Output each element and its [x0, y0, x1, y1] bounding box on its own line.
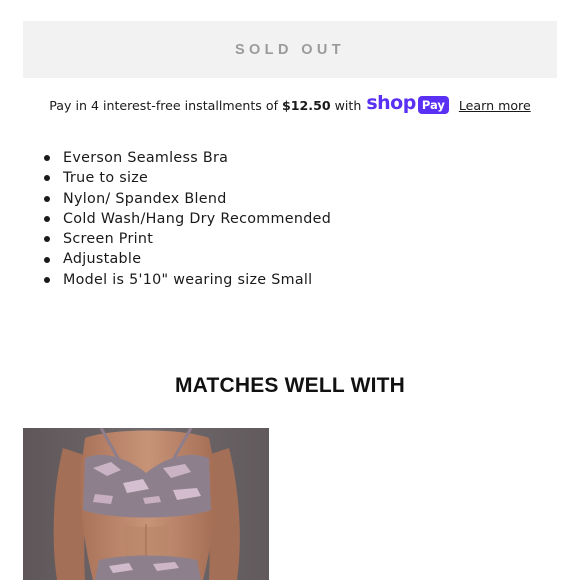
list-item: Nylon/ Spandex Blend — [40, 189, 331, 209]
learn-more-link[interactable]: Learn more — [459, 98, 531, 113]
installment-amount: $12.50 — [282, 97, 331, 113]
bullet-icon — [44, 175, 50, 182]
shop-pay-installments: Pay in 4 interest-free installments of $… — [0, 93, 580, 117]
bullet-icon — [44, 195, 50, 202]
matching-product-image[interactable] — [23, 428, 269, 580]
feature-text: Nylon/ Spandex Blend — [63, 190, 227, 207]
matches-well-with-heading: MATCHES WELL WITH — [174, 374, 406, 397]
sold-out-button[interactable]: SOLD OUT — [23, 21, 557, 78]
list-item: Screen Print — [40, 229, 331, 249]
shop-pay-logo: shop Pay — [366, 92, 449, 114]
feature-text: True to size — [63, 170, 149, 187]
feature-text: Model is 5'10" wearing size Small — [63, 271, 313, 288]
list-item: Cold Wash/Hang Dry Recommended — [40, 209, 331, 229]
list-item: Model is 5'10" wearing size Small — [40, 270, 331, 290]
shop-logo-word: shop — [366, 92, 416, 114]
pay-logo-pill: Pay — [417, 96, 449, 114]
bullet-icon — [44, 155, 50, 162]
product-features-list: Everson Seamless Bra True to size Nylon/… — [40, 148, 331, 290]
bullet-icon — [44, 256, 50, 263]
feature-text: Screen Print — [63, 231, 154, 248]
bullet-icon — [44, 276, 50, 283]
list-item: True to size — [40, 168, 331, 188]
bullet-icon — [44, 236, 50, 243]
feature-text: Everson Seamless Bra — [63, 150, 229, 166]
installments-text: Pay in 4 interest-free installments of — [49, 97, 279, 113]
installments-with: with — [334, 97, 362, 113]
list-item: Everson Seamless Bra — [40, 148, 331, 168]
product-photo — [23, 428, 269, 580]
feature-text: Adjustable — [63, 251, 142, 268]
bullet-icon — [44, 216, 50, 223]
list-item: Adjustable — [40, 249, 331, 269]
feature-text: Cold Wash/Hang Dry Recommended — [63, 210, 332, 227]
